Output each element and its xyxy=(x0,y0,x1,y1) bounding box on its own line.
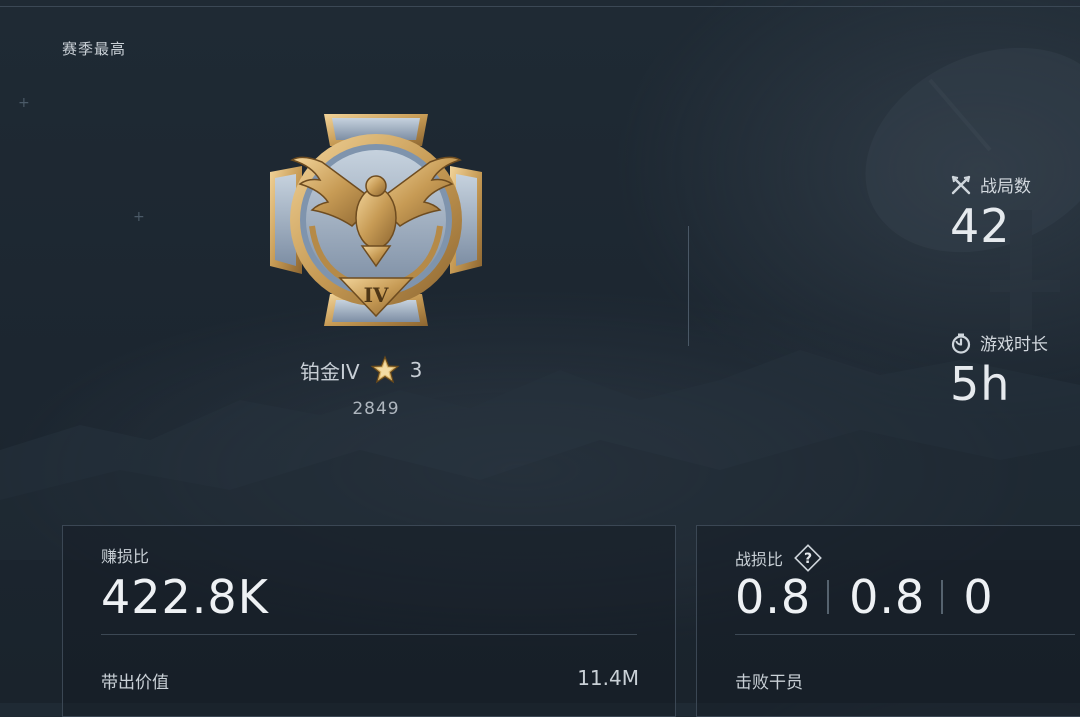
kd-ratio-card: 战损比 ? 0.8 0.8 0 击败干员 xyxy=(696,525,1080,717)
rank-medal-icon: IV xyxy=(270,114,482,326)
play-time-value: 5h xyxy=(950,357,1011,411)
profit-loss-card: 赚损比 422.8K 带出价值 11.4M xyxy=(62,525,676,717)
battles-stat: 战局数 42 xyxy=(950,172,1031,253)
vertical-divider xyxy=(688,226,689,346)
kd-ratio-title: 战损比 xyxy=(735,550,784,569)
crosshair-mark: + xyxy=(18,95,30,111)
kd-value-tertiary: 0 xyxy=(963,570,994,624)
value-separator xyxy=(827,580,830,614)
medal-numeral: IV xyxy=(364,283,389,307)
operators-defeated-label: 击败干员 xyxy=(735,673,803,693)
rank-star-count: 3 xyxy=(409,358,423,382)
card-divider xyxy=(735,634,1075,635)
stopwatch-icon xyxy=(951,333,971,354)
kd-value-overall: 0.8 xyxy=(735,570,812,624)
svg-text:?: ? xyxy=(804,551,812,567)
profit-loss-title: 赚损比 xyxy=(101,547,150,566)
extract-value-label: 带出价值 xyxy=(101,673,169,693)
card-divider xyxy=(101,634,637,635)
top-border xyxy=(0,6,1080,7)
rank-name: 铂金IV xyxy=(300,359,360,384)
battles-label: 战局数 xyxy=(980,177,1031,197)
crossed-swords-icon xyxy=(951,175,971,194)
battles-value: 42 xyxy=(950,199,1011,253)
play-time-stat: 游戏时长 5h xyxy=(950,330,1048,411)
value-separator xyxy=(941,580,944,614)
star-icon xyxy=(369,355,400,384)
profit-loss-value: 422.8K xyxy=(101,570,269,624)
crosshair-mark: + xyxy=(133,209,145,225)
question-icon[interactable]: ? xyxy=(793,543,823,573)
kd-value-secondary: 0.8 xyxy=(849,570,926,624)
rank-line: 铂金IV 3 xyxy=(300,354,460,386)
extract-value-value: 11.4M xyxy=(577,666,639,690)
play-time-label: 游戏时长 xyxy=(980,335,1048,355)
season-title: 赛季最高 xyxy=(62,40,127,58)
rank-score: 2849 xyxy=(352,399,400,419)
kd-values: 0.8 0.8 0 xyxy=(735,570,994,624)
